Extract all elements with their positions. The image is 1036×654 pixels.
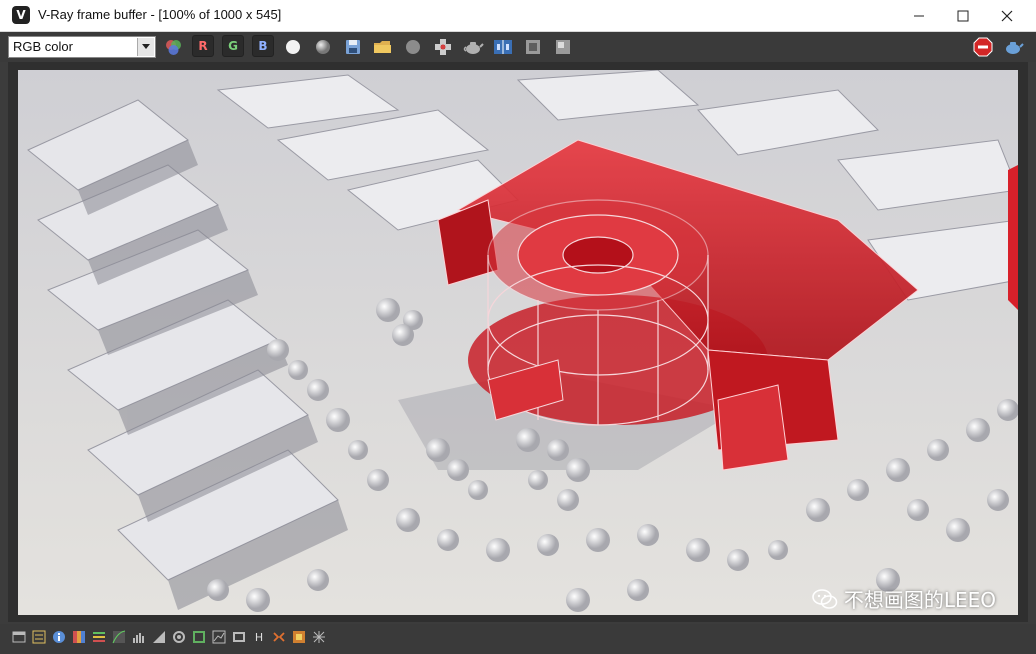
dropdown-arrow-icon[interactable] — [137, 38, 154, 56]
minimize-icon — [914, 15, 924, 16]
vray-frame-buffer-window: V V-Ray frame buffer - [100% of 1000 x 5… — [0, 0, 1036, 654]
channel-select[interactable]: RGB color — [8, 36, 156, 58]
levels-icon[interactable] — [92, 630, 106, 644]
info-icon[interactable] — [52, 630, 66, 644]
color-channels-icon[interactable] — [162, 36, 184, 58]
open-folder-icon[interactable] — [372, 36, 394, 58]
stop-render-icon[interactable] — [972, 36, 994, 58]
close-icon — [1001, 10, 1013, 21]
red-channel-button[interactable]: R — [192, 35, 214, 57]
lens-effects-icon[interactable] — [292, 630, 306, 644]
watermark: 不想画图的LEEO — [812, 584, 996, 613]
minimize-button[interactable] — [896, 0, 942, 31]
green-channel-button[interactable]: G — [222, 35, 244, 57]
wechat-icon — [812, 588, 838, 609]
window-title: V-Ray frame buffer - [100% of 1000 x 545… — [38, 7, 282, 22]
clear-image-icon[interactable] — [402, 36, 424, 58]
region-render-icon[interactable] — [552, 36, 574, 58]
white-balance-icon[interactable] — [192, 630, 206, 644]
watermark-text: 不想画图的LEEO — [843, 588, 996, 612]
render-viewport[interactable]: 不想画图的LEEO — [8, 62, 1028, 622]
frame-icon[interactable] — [12, 630, 26, 644]
vray-logo-icon: V — [12, 6, 30, 24]
corrections-icon[interactable] — [32, 630, 46, 644]
render-illustration — [18, 70, 1018, 615]
history-icon[interactable] — [522, 36, 544, 58]
channel-select-value: RGB color — [13, 39, 73, 54]
main-toolbar: RGB color R G B — [0, 32, 1036, 62]
bottom-toolbar: H — [0, 624, 1036, 654]
graph-icon[interactable] — [212, 630, 226, 644]
h-button[interactable]: H — [252, 630, 266, 644]
stereo-icon[interactable] — [272, 630, 286, 644]
track-mouse-icon[interactable] — [432, 36, 454, 58]
exposure-icon[interactable] — [152, 630, 166, 644]
render-teapot-blue-icon[interactable] — [1002, 36, 1024, 58]
render-teapot-icon[interactable] — [462, 36, 484, 58]
curves-icon[interactable] — [112, 630, 126, 644]
rendered-image[interactable]: 不想画图的LEEO — [18, 70, 1018, 615]
snowflake-icon[interactable] — [312, 630, 326, 644]
lut-icon[interactable] — [232, 630, 246, 644]
blue-channel-button[interactable]: B — [252, 35, 274, 57]
gray-sphere-icon[interactable] — [312, 36, 334, 58]
close-button[interactable] — [984, 0, 1030, 31]
save-image-icon[interactable] — [342, 36, 364, 58]
compare-ab-icon[interactable] — [492, 36, 514, 58]
settings-icon[interactable] — [172, 630, 186, 644]
maximize-button[interactable] — [940, 0, 986, 31]
white-circle-icon[interactable] — [282, 36, 304, 58]
color-palette-icon[interactable] — [72, 630, 86, 644]
histogram-icon[interactable] — [132, 630, 146, 644]
maximize-icon — [957, 10, 969, 21]
title-bar[interactable]: V V-Ray frame buffer - [100% of 1000 x 5… — [0, 0, 1036, 32]
